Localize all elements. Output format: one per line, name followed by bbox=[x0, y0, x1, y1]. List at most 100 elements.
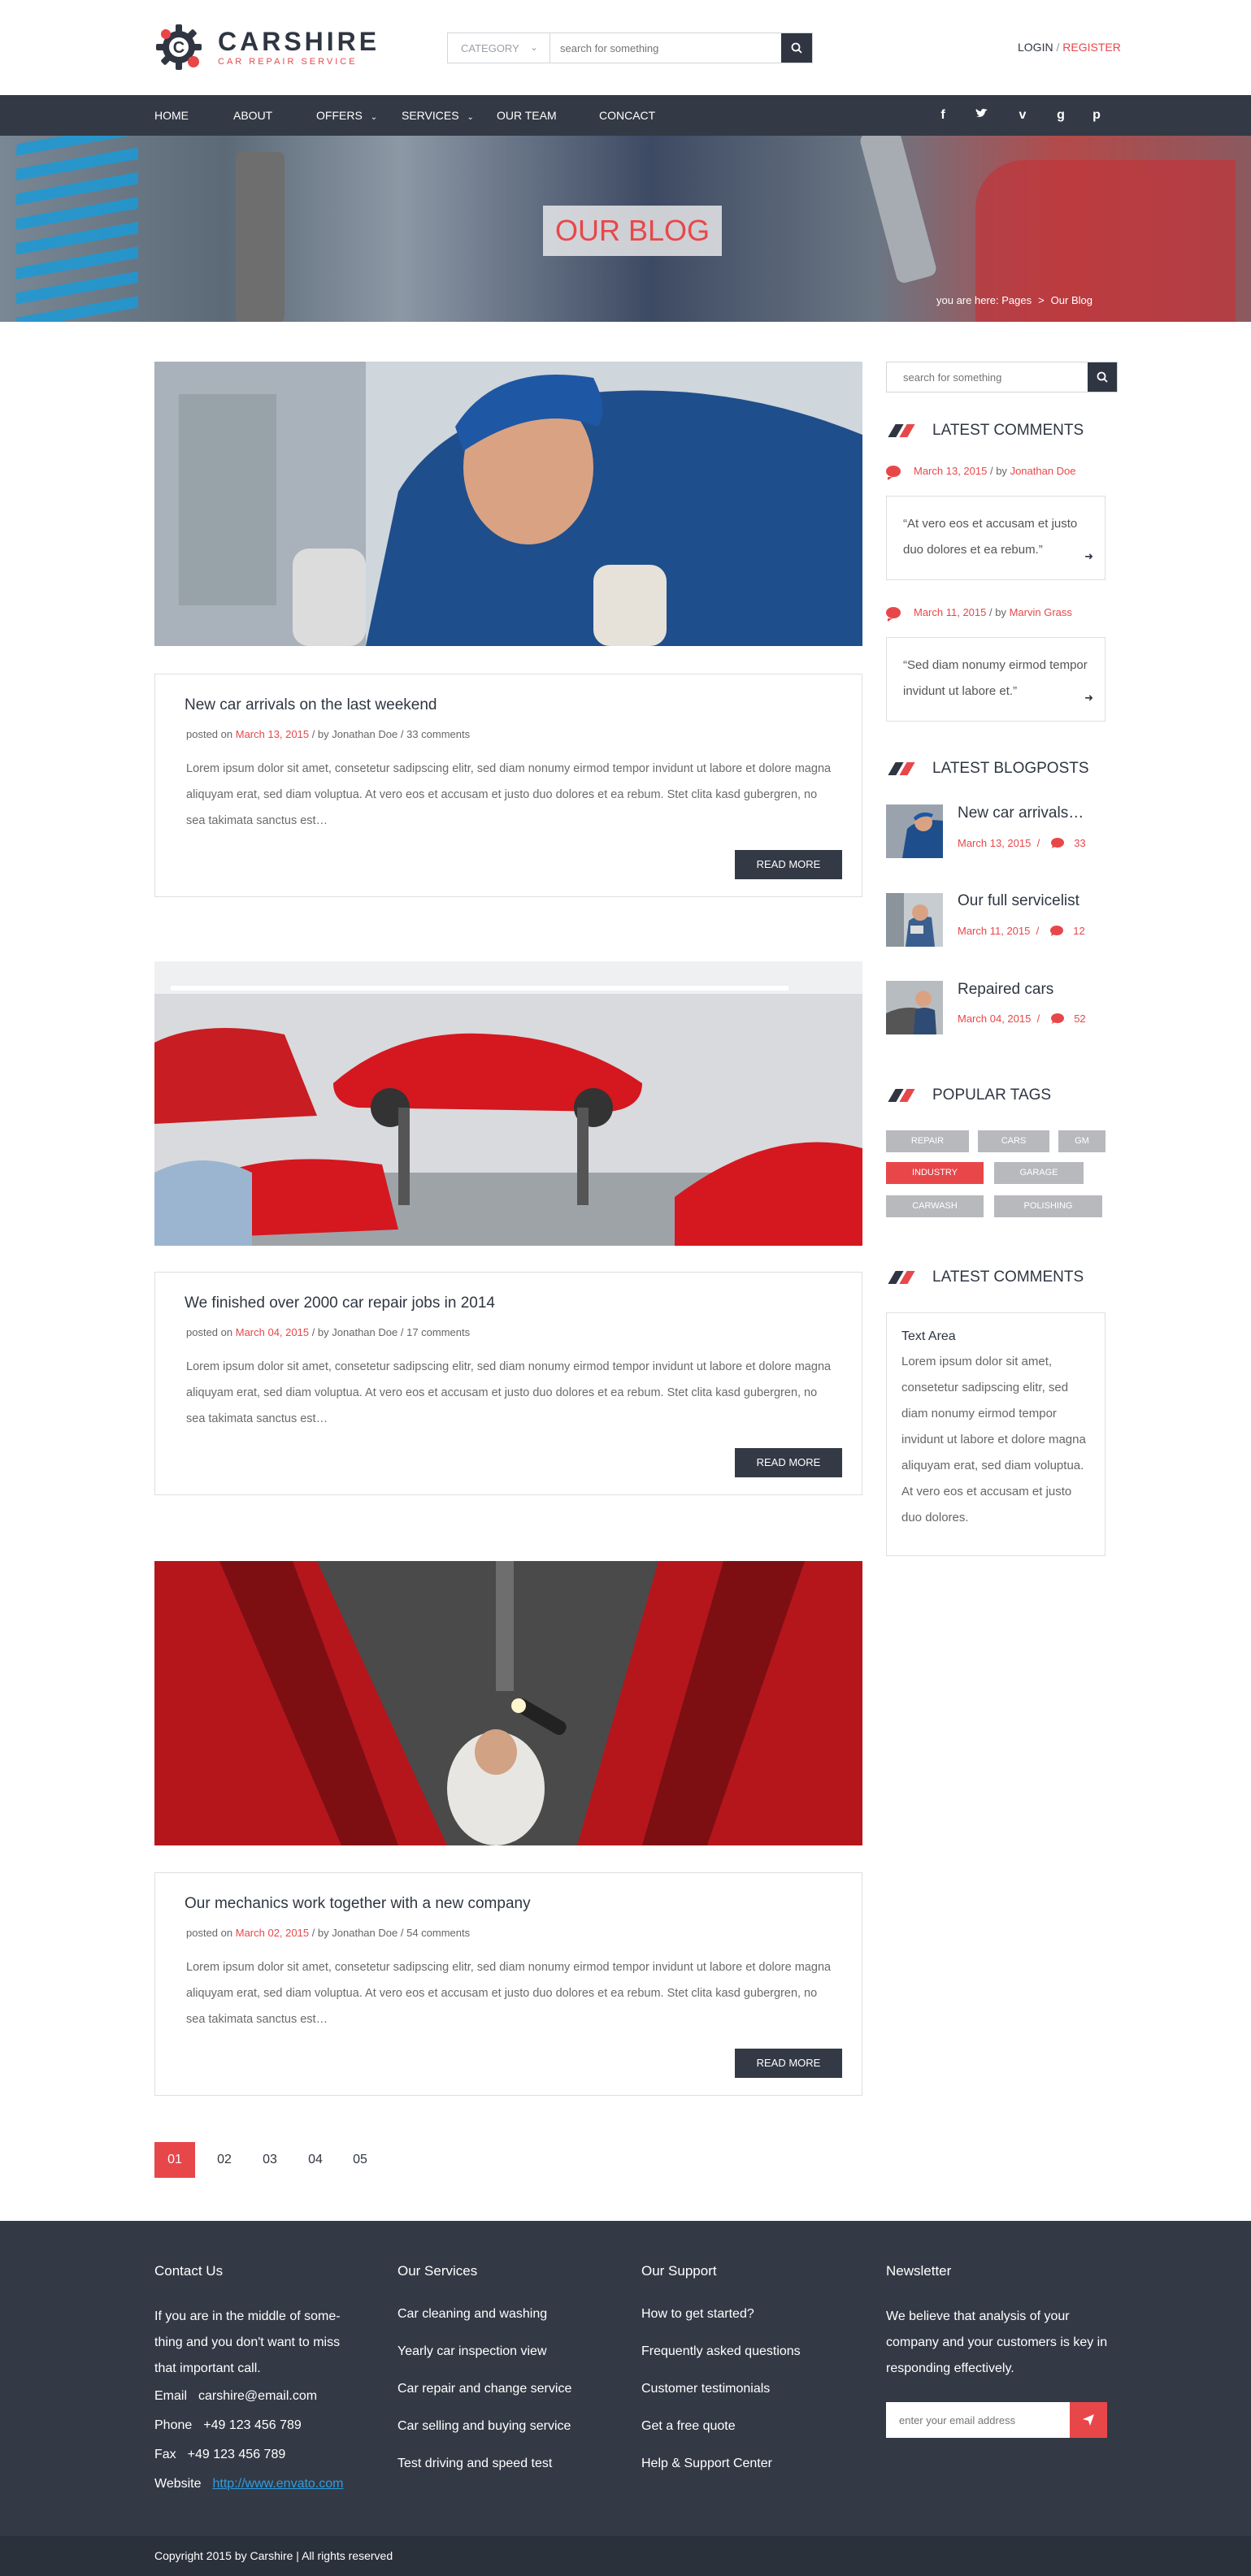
footer-link[interactable]: Car cleaning and washing bbox=[397, 2296, 571, 2333]
chevron-down-icon: ⌄ bbox=[529, 41, 538, 53]
google-plus-icon[interactable]: g bbox=[1053, 107, 1069, 124]
header-search-input[interactable] bbox=[550, 33, 781, 63]
footer-link[interactable]: Car selling and buying service bbox=[397, 2408, 571, 2445]
page-link[interactable]: 03 bbox=[250, 2142, 290, 2178]
post-comments-count[interactable]: / 54 comments bbox=[401, 1927, 470, 1939]
page-link[interactable]: 05 bbox=[340, 2142, 380, 2178]
post-date[interactable]: March 04, 2015 bbox=[236, 1326, 309, 1338]
footer-heading: Contact Us bbox=[154, 2263, 224, 2279]
thumbnail-photo bbox=[886, 893, 943, 947]
blogpost-title[interactable]: New car arrivals… bbox=[958, 804, 1084, 822]
text-area-widget: Text Area Lorem ipsum dolor sit amet, co… bbox=[886, 1312, 1105, 1556]
login-link[interactable]: LOGIN bbox=[1018, 41, 1053, 54]
footer-link[interactable]: Car repair and change service bbox=[397, 2370, 571, 2408]
comment-date[interactable]: March 13, 2015 bbox=[914, 465, 987, 477]
footer-link[interactable]: Test driving and speed test bbox=[397, 2445, 571, 2483]
read-more-button[interactable]: READ MORE bbox=[735, 1448, 842, 1477]
footer-link[interactable]: Yearly car inspection view bbox=[397, 2333, 571, 2370]
tag-garage[interactable]: GARAGE bbox=[994, 1162, 1084, 1184]
post-title[interactable]: Our mechanics work together with a new c… bbox=[185, 1895, 531, 1913]
header-search: CATEGORY ⌄ bbox=[447, 33, 813, 63]
post-image[interactable] bbox=[154, 362, 862, 646]
widget-title-popular-tags: POPULAR TAGS bbox=[887, 1086, 1051, 1105]
read-more-button[interactable]: READ MORE bbox=[735, 2049, 842, 2078]
phone-label: Phone bbox=[154, 2418, 193, 2432]
comment-author[interactable]: Jonathan Doe bbox=[1010, 465, 1076, 477]
arrow-right-icon[interactable]: ➜ bbox=[1084, 544, 1093, 570]
account-links: LOGIN / REGISTER bbox=[1018, 41, 1121, 54]
blogpost-thumbnail[interactable] bbox=[886, 804, 943, 858]
email-value[interactable]: carshire@email.com bbox=[198, 2389, 317, 2403]
nav-home[interactable]: HOME bbox=[154, 95, 189, 136]
website-link[interactable]: http://www.envato.com bbox=[213, 2477, 344, 2491]
nav-offers-label: OFFERS bbox=[316, 109, 363, 122]
copyright-bar: Copyright 2015 by Carshire | All rights … bbox=[0, 2536, 1251, 2576]
footer-link[interactable]: Customer testimonials bbox=[641, 2370, 801, 2408]
post-date[interactable]: March 13, 2015 bbox=[236, 728, 309, 740]
twitter-icon[interactable] bbox=[974, 107, 990, 124]
breadcrumb-current: Our Blog bbox=[1050, 294, 1092, 306]
blogpost-title[interactable]: Repaired cars bbox=[958, 981, 1053, 999]
blogpost-comment-count: 52 bbox=[1074, 1013, 1086, 1025]
post-title[interactable]: New car arrivals on the last weekend bbox=[185, 696, 437, 714]
post-author: / by Jonathan Doe bbox=[311, 728, 398, 740]
tag-polishing[interactable]: POLISHING bbox=[994, 1195, 1102, 1217]
blogpost-thumbnail[interactable] bbox=[886, 893, 943, 947]
page-link[interactable]: 02 bbox=[204, 2142, 245, 2178]
nav-services-label: SERVICES bbox=[402, 109, 459, 122]
blogpost-sep: / bbox=[1036, 925, 1040, 937]
footer-link[interactable]: Frequently asked questions bbox=[641, 2333, 801, 2370]
comment-bubble-icon bbox=[1051, 1013, 1065, 1024]
hero-photo bbox=[16, 136, 138, 322]
read-more-button[interactable]: READ MORE bbox=[735, 850, 842, 879]
footer-email-row: Email carshire@email.com bbox=[154, 2382, 366, 2411]
blogpost-title[interactable]: Our full servicelist bbox=[958, 892, 1079, 910]
newsletter-email-input[interactable] bbox=[886, 2402, 1070, 2438]
post-title[interactable]: We finished over 2000 car repair jobs in… bbox=[185, 1295, 495, 1312]
blogpost-thumbnail[interactable] bbox=[886, 981, 943, 1034]
pinterest-icon[interactable]: p bbox=[1088, 107, 1105, 124]
post-image[interactable] bbox=[154, 961, 862, 1246]
newsletter-submit-button[interactable] bbox=[1070, 2402, 1107, 2438]
tag-repair[interactable]: REPAIR bbox=[886, 1130, 969, 1152]
post-image[interactable] bbox=[154, 1561, 862, 1845]
post-comments-count[interactable]: / 33 comments bbox=[401, 728, 470, 740]
tag-carwash[interactable]: CARWASH bbox=[886, 1195, 984, 1217]
nav-offers[interactable]: OFFERS ⌄ bbox=[316, 95, 377, 136]
category-select[interactable]: CATEGORY ⌄ bbox=[448, 33, 550, 63]
post-excerpt: Lorem ipsum dolor sit amet, consetetur s… bbox=[186, 762, 832, 827]
post-date[interactable]: March 02, 2015 bbox=[236, 1927, 309, 1939]
garage-photo bbox=[154, 961, 862, 1246]
sidebar-search-button[interactable] bbox=[1088, 362, 1117, 392]
tag-cars[interactable]: CARS bbox=[978, 1130, 1049, 1152]
comment-text: “At vero eos et accusam et justo duo dol… bbox=[903, 517, 1078, 557]
comment-date[interactable]: March 11, 2015 bbox=[914, 606, 986, 618]
page-link[interactable]: 01 bbox=[154, 2142, 195, 2178]
nav-services[interactable]: SERVICES ⌄ bbox=[402, 95, 474, 136]
blogpost-sep: / bbox=[1036, 1013, 1040, 1025]
nav-our-team[interactable]: OUR TEAM bbox=[497, 95, 557, 136]
footer-link[interactable]: How to get started? bbox=[641, 2296, 801, 2333]
logo[interactable]: C CARSHIRE CAR REPAIR SERVICE bbox=[154, 23, 380, 72]
breadcrumb-prefix[interactable]: you are here: Pages bbox=[936, 294, 1032, 306]
post-meta: posted on March 02, 2015 / by Jonathan D… bbox=[186, 1927, 470, 1939]
comment-author[interactable]: Marvin Grass bbox=[1010, 606, 1072, 618]
footer-link[interactable]: Get a free quote bbox=[641, 2408, 801, 2445]
page-link[interactable]: 04 bbox=[295, 2142, 336, 2178]
text-area-heading: Text Area bbox=[901, 1329, 956, 1343]
arrow-right-icon[interactable]: ➜ bbox=[1084, 685, 1093, 711]
facebook-icon[interactable]: f bbox=[935, 107, 951, 124]
footer-link[interactable]: Help & Support Center bbox=[641, 2445, 801, 2483]
sidebar-search-input[interactable] bbox=[887, 362, 1088, 392]
comment-bubble-icon bbox=[1050, 926, 1064, 936]
post-comments-count[interactable]: / 17 comments bbox=[401, 1326, 470, 1338]
vimeo-icon[interactable]: v bbox=[1014, 107, 1031, 124]
nav-contact[interactable]: CONCACT bbox=[599, 95, 655, 136]
thumbnail-photo bbox=[886, 804, 943, 858]
tag-industry[interactable]: INDUSTRY bbox=[886, 1162, 984, 1184]
tag-gm[interactable]: GM bbox=[1058, 1130, 1105, 1152]
post-card: New car arrivals on the last weekend pos… bbox=[154, 674, 862, 897]
header-search-button[interactable] bbox=[781, 33, 812, 63]
register-link[interactable]: REGISTER bbox=[1062, 41, 1121, 54]
nav-about[interactable]: ABOUT bbox=[233, 95, 272, 136]
